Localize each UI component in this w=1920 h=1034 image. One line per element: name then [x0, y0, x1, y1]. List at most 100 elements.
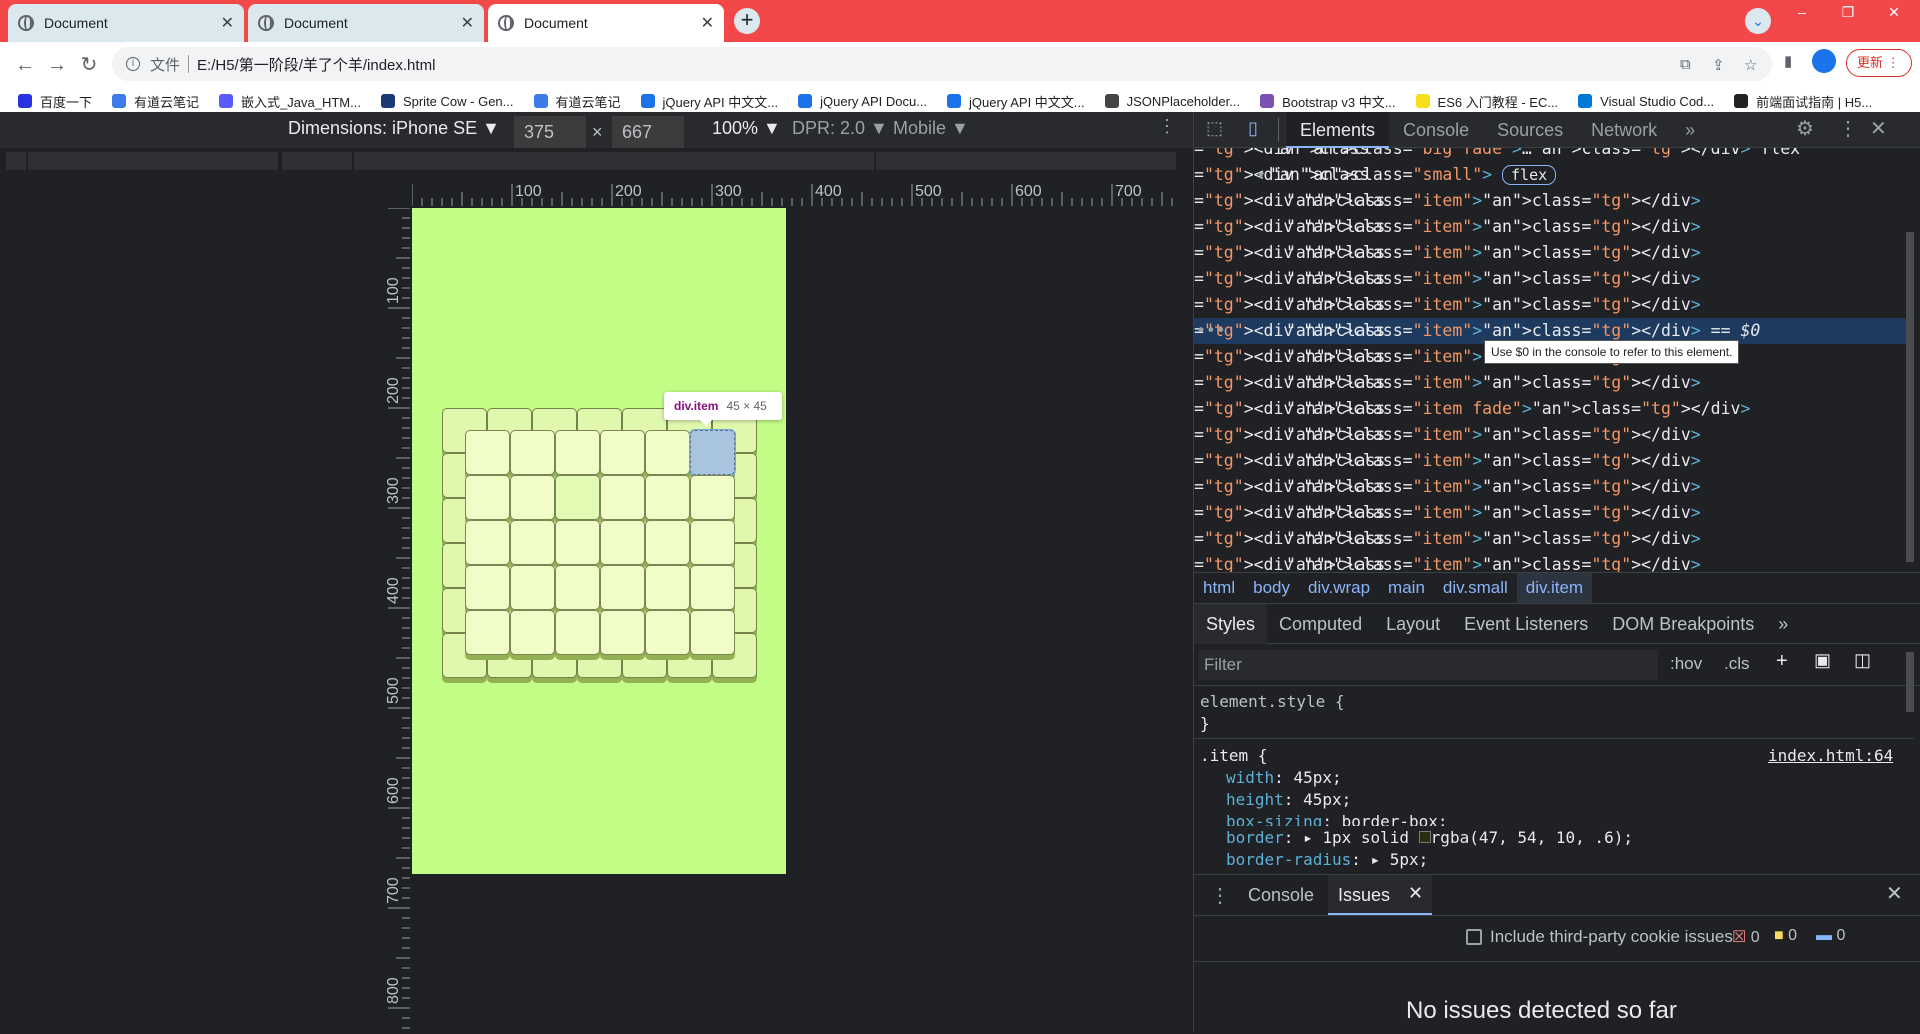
- dom-node[interactable]: "an">class="tg"><div "an">class="item">"…: [1194, 422, 1914, 448]
- minimize-button[interactable]: –: [1780, 0, 1824, 28]
- reload-button[interactable]: ↻: [74, 50, 104, 80]
- sidebar-toggle-icon[interactable]: ◫: [1854, 650, 1871, 671]
- property-name[interactable]: width: [1226, 768, 1274, 787]
- dpr-dropdown[interactable]: DPR: 2.0 ▼: [792, 118, 888, 139]
- info-icon[interactable]: i: [126, 57, 140, 71]
- property-value[interactable]: 45px;: [1293, 768, 1341, 787]
- rule-source-link[interactable]: index.html:64: [1768, 746, 1893, 765]
- bookmark-item[interactable]: 百度一下: [18, 92, 92, 111]
- media-segment[interactable]: [282, 152, 352, 170]
- height-input[interactable]: 667: [612, 116, 684, 148]
- game-tile[interactable]: [510, 430, 555, 475]
- tab-layout[interactable]: Layout: [1374, 604, 1452, 644]
- game-tile[interactable]: [555, 520, 600, 565]
- star-icon[interactable]: ☆: [1744, 56, 1757, 74]
- game-tile[interactable]: [690, 430, 735, 475]
- property-name[interactable]: border: [1226, 828, 1284, 847]
- bookmark-item[interactable]: 有道云笔记: [112, 92, 199, 111]
- bookmark-item[interactable]: jQuery API 中文文...: [640, 92, 778, 111]
- game-tile[interactable]: [465, 430, 510, 475]
- update-button[interactable]: 更新 ⋮: [1846, 49, 1912, 77]
- dom-node[interactable]: "an">class="tg"><div "an">class="item">"…: [1194, 474, 1914, 500]
- close-drawer-icon[interactable]: ✕: [1886, 881, 1903, 906]
- inspect-icon[interactable]: ⬚: [1206, 118, 1223, 139]
- bookmark-item[interactable]: ES6 入门教程 - EC...: [1415, 92, 1558, 111]
- maximize-button[interactable]: ❐: [1826, 0, 1870, 28]
- property-name[interactable]: box-sizing: [1226, 812, 1322, 826]
- url-text[interactable]: E:/H5/第一阶段/羊了个羊/index.html: [197, 54, 435, 75]
- dom-node[interactable]: "an">class ="tg"><div "an">class="big fad…: [1194, 148, 1914, 162]
- game-tile[interactable]: [555, 565, 600, 610]
- game-tile[interactable]: [600, 610, 645, 655]
- more-tabs-button[interactable]: »: [1671, 112, 1709, 148]
- sidepanel-icon[interactable]: ▮: [1784, 52, 1792, 70]
- game-tile[interactable]: [600, 520, 645, 565]
- tab-search-button[interactable]: ⌄: [1745, 8, 1771, 34]
- hov-button[interactable]: :hov: [1670, 654, 1702, 674]
- breadcrumb-item[interactable]: main: [1379, 573, 1434, 603]
- media-segment[interactable]: [354, 152, 874, 170]
- mode-dropdown[interactable]: Mobile ▼: [893, 118, 969, 139]
- game-tile[interactable]: [510, 610, 555, 655]
- media-segment[interactable]: [28, 152, 278, 170]
- dom-node[interactable]: ▾ "an">class ="tg"><div "an">class="small"…: [1194, 162, 1914, 188]
- game-tile[interactable]: [510, 475, 555, 520]
- device-dimensions-dropdown[interactable]: Dimensions: iPhone SE ▼: [288, 118, 500, 139]
- add-rule-icon[interactable]: +: [1776, 650, 1788, 673]
- tab-computed[interactable]: Computed: [1267, 604, 1374, 644]
- flex-badge[interactable]: flex: [1502, 165, 1557, 185]
- media-segment[interactable]: [6, 152, 26, 170]
- dom-node[interactable]: "an">class="tg"><div "an">class="item">"…: [1194, 500, 1914, 526]
- dom-node[interactable]: "an">class="tg"><div "an">class="item">"…: [1194, 448, 1914, 474]
- game-tile[interactable]: [645, 475, 690, 520]
- close-icon[interactable]: ✕: [1408, 883, 1423, 904]
- color-swatch[interactable]: [1418, 831, 1431, 843]
- breadcrumb-item[interactable]: html: [1194, 573, 1244, 603]
- game-tile[interactable]: [645, 610, 690, 655]
- device-toggle-icon[interactable]: ▯: [1248, 118, 1258, 139]
- window-close-button[interactable]: ✕: [1872, 0, 1916, 28]
- game-tile[interactable]: [555, 475, 600, 520]
- tab-network[interactable]: Network: [1577, 112, 1671, 148]
- breadcrumb-item[interactable]: div.item: [1516, 573, 1593, 603]
- game-tile[interactable]: [510, 565, 555, 610]
- close-devtools-icon[interactable]: ✕: [1870, 116, 1887, 141]
- bookmark-item[interactable]: Bootstrap v3 中文...: [1260, 92, 1396, 111]
- game-tile[interactable]: [690, 475, 735, 520]
- zoom-dropdown[interactable]: 100% ▼: [712, 118, 781, 139]
- breadcrumb-item[interactable]: div.small: [1434, 573, 1517, 603]
- tab-styles[interactable]: Styles: [1194, 603, 1268, 644]
- game-tile[interactable]: [645, 565, 690, 610]
- game-tile[interactable]: [600, 475, 645, 520]
- property-value[interactable]: border-box;: [1342, 812, 1448, 826]
- game-tile[interactable]: [465, 520, 510, 565]
- more-style-tabs[interactable]: »: [1766, 604, 1800, 644]
- game-tile[interactable]: [555, 430, 600, 475]
- new-tab-button[interactable]: +: [734, 8, 760, 34]
- game-tile[interactable]: [465, 565, 510, 610]
- dom-node[interactable]: "an">class="tg"><div "an">class="item">"…: [1194, 292, 1914, 318]
- device-viewport[interactable]: [412, 208, 786, 874]
- styles-scrollbar[interactable]: [1906, 652, 1914, 712]
- tab-event-listeners[interactable]: Event Listeners: [1452, 604, 1600, 644]
- property-name[interactable]: border-radius: [1226, 850, 1351, 869]
- kebab-icon[interactable]: ⋮: [1838, 116, 1858, 141]
- close-icon[interactable]: ✕: [461, 13, 474, 33]
- bookmark-item[interactable]: 有道云笔记: [533, 92, 621, 111]
- more-options-icon[interactable]: ⋮: [1158, 116, 1176, 137]
- property-value[interactable]: 45px;: [1303, 790, 1351, 809]
- game-tile[interactable]: [510, 520, 555, 565]
- translate-icon[interactable]: ⧉: [1680, 56, 1691, 73]
- styles-filter-input[interactable]: Filter: [1198, 650, 1658, 680]
- bookmark-item[interactable]: jQuery API Docu...: [798, 94, 927, 109]
- game-tile[interactable]: [690, 565, 735, 610]
- tab-console[interactable]: Console: [1389, 112, 1483, 148]
- close-icon[interactable]: ✕: [701, 13, 714, 33]
- cls-button[interactable]: .cls: [1724, 654, 1750, 674]
- breadcrumb-item[interactable]: div.wrap: [1299, 573, 1379, 603]
- paint-icon[interactable]: ▣: [1814, 650, 1831, 671]
- dom-node[interactable]: "an">class ="tg"><div "an">class="item fa…: [1194, 396, 1914, 422]
- tab-elements[interactable]: Elements: [1286, 112, 1390, 148]
- address-bar[interactable]: i 文件 E:/H5/第一阶段/羊了个羊/index.html: [112, 47, 1772, 81]
- bookmark-item[interactable]: Sprite Cow - Gen...: [380, 94, 514, 109]
